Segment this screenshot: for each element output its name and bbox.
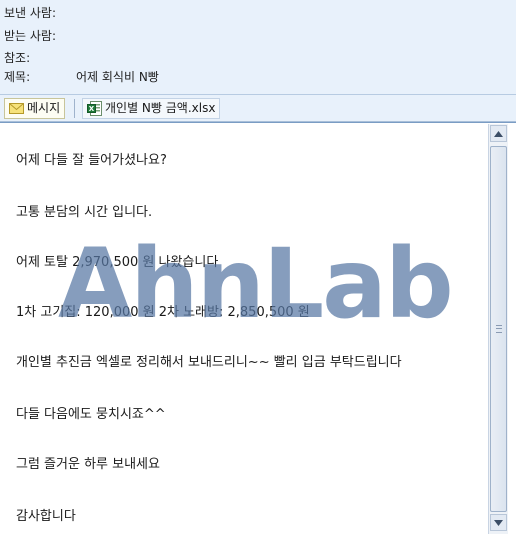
scroll-grip-icon [496, 325, 502, 333]
subject-value: 어제 회식비 N빵 [76, 70, 159, 84]
tab-attachment-label: 개인별 N빵 금액.xlsx [105, 101, 216, 115]
body-line: 고통 분담의 시간 입니다. [16, 205, 153, 220]
tab-message-label: 메시지 [27, 101, 61, 115]
tab-attachment-xlsx[interactable]: X 개인별 N빵 금액.xlsx [82, 98, 221, 119]
cc-label: 참조: [4, 51, 31, 65]
body-line: 어제 토탈 2,970,500 원 나왔습니다 [16, 255, 219, 270]
envelope-icon [9, 103, 24, 114]
tab-message[interactable]: 메시지 [4, 98, 66, 119]
chevron-down-icon [494, 519, 503, 526]
message-body[interactable]: 어제 다들 잘 들어가셨나요? 고통 분담의 시간 입니다. 어제 토탈 2,9… [0, 122, 516, 536]
from-label: 보낸 사람: [4, 6, 57, 20]
vertical-scrollbar[interactable] [488, 124, 508, 534]
cc-row: 참조: [4, 49, 76, 67]
body-line: 어제 다들 잘 들어가셨나요? [16, 153, 167, 168]
scroll-down-button[interactable] [490, 514, 507, 531]
tab-divider [74, 99, 75, 118]
attachment-bar: 메시지 X 개인별 N빵 금액.xlsx [0, 94, 516, 122]
message-header: 보낸 사람: 받는 사람: 참조: 제목: 어제 회식비 N빵 [0, 0, 516, 94]
subject-row: 제목: 어제 회식비 N빵 [4, 68, 159, 86]
to-label: 받는 사람: [4, 29, 57, 43]
excel-file-icon: X [87, 101, 102, 116]
scroll-up-button[interactable] [490, 125, 507, 142]
subject-label: 제목: [4, 70, 31, 84]
body-line: 다들 다음에도 뭉치시죠^^ [16, 407, 166, 422]
to-row: 받는 사람: [4, 27, 76, 45]
body-line: 그럼 즐거운 하루 보내세요 [16, 457, 160, 472]
from-row: 보낸 사람: [4, 4, 76, 22]
body-line: 감사합니다 [16, 509, 76, 524]
body-line: 1차 고기집: 120,000 원 2차 노래방: 2,850,500 원 [16, 305, 310, 320]
body-line: 개인별 추진금 엑셀로 정리해서 보내드리니~~ 빨리 입금 부탁드립니다 [16, 355, 402, 370]
chevron-up-icon [494, 130, 503, 137]
scroll-thumb[interactable] [490, 146, 507, 512]
svg-text:X: X [89, 105, 95, 113]
